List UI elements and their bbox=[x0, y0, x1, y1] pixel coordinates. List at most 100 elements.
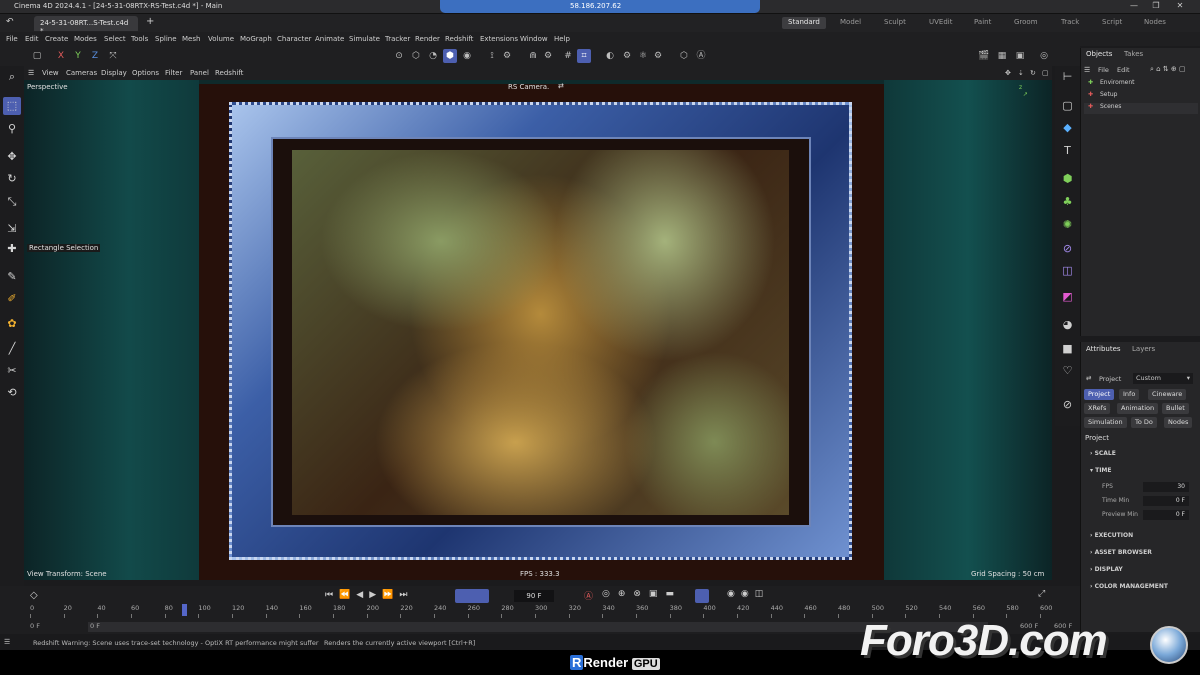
menu-item[interactable]: Edit bbox=[25, 35, 39, 43]
keyframe-icon[interactable]: ◇ bbox=[30, 590, 38, 601]
workplane-icon[interactable]: ⌗ bbox=[577, 49, 591, 63]
menu-item[interactable]: Window bbox=[520, 35, 548, 43]
viewport-menu-item[interactable]: View bbox=[42, 69, 59, 77]
layout-tab[interactable]: Script bbox=[1096, 17, 1128, 29]
menu-item[interactable]: Redshift bbox=[445, 35, 473, 43]
new-tab-icon[interactable]: + bbox=[146, 16, 154, 27]
attr-section[interactable]: ▾ TIME bbox=[1090, 467, 1112, 474]
sculpt-tool-icon[interactable]: ✿ bbox=[3, 315, 21, 333]
y-axis-button[interactable]: Y bbox=[71, 49, 85, 63]
viewport-menu-item[interactable]: Panel bbox=[190, 69, 209, 77]
attr-mode-dropdown[interactable]: Custom ▾ bbox=[1133, 373, 1193, 384]
cube-icon[interactable]: ◆ bbox=[1059, 119, 1076, 136]
attr-tab-button[interactable]: Project bbox=[1084, 389, 1115, 400]
environment-icon[interactable]: ◕ bbox=[1059, 316, 1076, 333]
object-row[interactable]: ✚ Scenes bbox=[1084, 103, 1198, 114]
layout-tab[interactable]: Sculpt bbox=[878, 17, 912, 29]
search-icon[interactable]: ⌕ bbox=[3, 68, 21, 86]
tab-objects[interactable]: Objects bbox=[1086, 50, 1112, 58]
viewport-menu-item[interactable]: Cameras bbox=[66, 69, 97, 77]
orbit-icon[interactable]: ↻ bbox=[1030, 69, 1036, 77]
redshift-icon[interactable]: ⬡ bbox=[677, 49, 691, 63]
layout-tab[interactable]: Model bbox=[834, 17, 867, 29]
menu-item[interactable]: Create bbox=[45, 35, 68, 43]
menu-item[interactable]: Volume bbox=[208, 35, 234, 43]
camera-icon[interactable]: ■ bbox=[1059, 340, 1076, 357]
sound-controls[interactable]: ◉◉◫ bbox=[727, 589, 769, 599]
tag-icon[interactable]: ⊘ bbox=[1059, 396, 1076, 413]
transform-tool-icon[interactable]: ⇲ bbox=[3, 220, 21, 238]
maximize-view-icon[interactable]: ▢ bbox=[1042, 69, 1049, 77]
record-icon[interactable]: Ⓐ bbox=[584, 589, 593, 602]
dynamics-icon[interactable]: ⚛ bbox=[636, 49, 650, 63]
placement-tool-icon[interactable]: ✚ bbox=[3, 240, 21, 258]
lock-icon[interactable]: ◐ bbox=[603, 49, 617, 63]
camera-link-icon[interactable]: ⇄ bbox=[558, 82, 564, 90]
dynamics-settings-icon[interactable]: ⚙ bbox=[651, 49, 665, 63]
attr-section[interactable]: › SCALE bbox=[1090, 450, 1116, 457]
field-icon[interactable]: ◫ bbox=[1059, 262, 1076, 279]
knife-tool-icon[interactable]: ✂ bbox=[3, 362, 21, 380]
deformer-icon[interactable]: ⊘ bbox=[1059, 240, 1076, 257]
menu-item[interactable]: Animate bbox=[315, 35, 344, 43]
attr-section[interactable]: › ASSET BROWSER bbox=[1090, 549, 1152, 556]
move-tool-icon[interactable]: ✥ bbox=[3, 148, 21, 166]
layout-tab[interactable]: Track bbox=[1055, 17, 1085, 29]
menu-item[interactable]: Modes bbox=[74, 35, 97, 43]
coordinate-system-icon[interactable]: ⤧ bbox=[106, 49, 120, 63]
live-select-icon[interactable]: ⚲ bbox=[3, 120, 21, 138]
hierarchy-icon[interactable]: ⊢ bbox=[1059, 68, 1076, 85]
remote-session-bar[interactable]: 58.186.207.62 bbox=[440, 0, 760, 13]
axis-mode-icon[interactable]: ⟟ bbox=[485, 49, 499, 63]
object-row[interactable]: ✚ Setup bbox=[1084, 91, 1198, 102]
viewport-menu-item[interactable]: Display bbox=[101, 69, 127, 77]
redshift-settings-icon[interactable]: Ⓐ bbox=[694, 49, 708, 63]
attr-tab-button[interactable]: Bullet bbox=[1162, 403, 1189, 414]
magnet-tool-icon[interactable]: ⟲ bbox=[3, 384, 21, 402]
viewport-gear-icon[interactable]: ⚙ bbox=[620, 49, 634, 63]
attr-section[interactable]: › DISPLAY bbox=[1090, 566, 1123, 573]
menu-item[interactable]: Help bbox=[554, 35, 570, 43]
attr-section[interactable]: › COLOR MANAGEMENT bbox=[1090, 583, 1168, 590]
menu-item[interactable]: Simulate bbox=[349, 35, 380, 43]
select-tool-icon[interactable]: ⬚ bbox=[3, 97, 21, 115]
playhead[interactable] bbox=[182, 604, 187, 616]
tab-attributes[interactable]: Attributes bbox=[1086, 345, 1121, 353]
menu-item[interactable]: Character bbox=[277, 35, 312, 43]
gear-icon[interactable]: ⚙ bbox=[500, 49, 514, 63]
layout-tab[interactable]: Paint bbox=[968, 17, 997, 29]
loop-button[interactable] bbox=[455, 589, 489, 603]
selection-mode-icon[interactable]: ▢ bbox=[30, 49, 44, 63]
texture-mode-icon[interactable]: ◉ bbox=[460, 49, 474, 63]
attr-field-value[interactable]: 0 F bbox=[1143, 510, 1189, 520]
status-menu-icon[interactable]: ☰ bbox=[4, 638, 10, 646]
model-mode-icon[interactable]: ⬢ bbox=[443, 49, 457, 63]
redshift-ipr-icon[interactable]: ◎ bbox=[1037, 49, 1051, 63]
object-row[interactable]: ✚ Enviroment bbox=[1084, 79, 1198, 90]
timeline-expand-icon[interactable]: ⤢ bbox=[1038, 589, 1045, 599]
snap-settings-icon[interactable]: ⚙ bbox=[541, 49, 555, 63]
z-axis-button[interactable]: Z bbox=[88, 49, 102, 63]
light-icon[interactable]: ♡ bbox=[1059, 362, 1076, 379]
magnet-icon[interactable]: ⋒ bbox=[526, 49, 540, 63]
timeline-start-field[interactable]: 0 F bbox=[30, 622, 80, 632]
attr-tab-button[interactable]: Cineware bbox=[1148, 389, 1187, 400]
viewport-menu-icon[interactable]: ☰ bbox=[28, 69, 34, 77]
current-frame-field[interactable]: 90 F bbox=[514, 590, 554, 602]
viewport-menu-item[interactable]: Filter bbox=[165, 69, 182, 77]
minimize-button[interactable]: — bbox=[1124, 1, 1144, 13]
brush-icon[interactable]: ╱ bbox=[3, 340, 21, 358]
x-axis-button[interactable]: X bbox=[54, 49, 68, 63]
plane-icon[interactable]: ▢ bbox=[1059, 97, 1076, 114]
attr-section[interactable]: › EXECUTION bbox=[1090, 532, 1133, 539]
layout-tab[interactable]: Groom bbox=[1008, 17, 1044, 29]
render-view-icon[interactable]: 🎬 bbox=[977, 49, 991, 63]
document-tab[interactable]: 24-5-31-08RT...S-Test.c4d * bbox=[34, 16, 138, 35]
menu-item[interactable]: MoGraph bbox=[240, 35, 272, 43]
undo-icon[interactable]: ↶ bbox=[6, 17, 14, 27]
attr-tab-button[interactable]: XRefs bbox=[1084, 403, 1111, 414]
rotate-tool-icon[interactable]: ↻ bbox=[3, 170, 21, 188]
menu-item[interactable]: Select bbox=[104, 35, 126, 43]
menu-item[interactable]: Spline bbox=[155, 35, 177, 43]
layout-tab[interactable]: Standard bbox=[782, 17, 826, 29]
